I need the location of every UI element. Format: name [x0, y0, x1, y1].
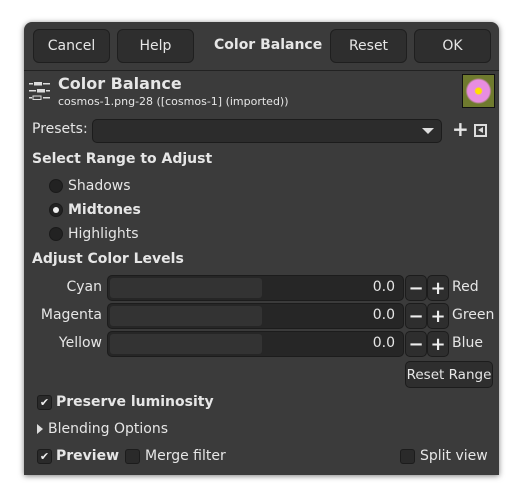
reset-button[interactable]: Reset [330, 29, 407, 63]
levels-heading: Adjust Color Levels [32, 251, 184, 267]
cyan-red-value[interactable]: 0.0 [373, 279, 395, 295]
decrease-button[interactable]: − [405, 331, 427, 357]
radio-highlights-label: Highlights [68, 226, 139, 242]
preserve-luminosity-label: Preserve luminosity [56, 394, 214, 410]
color-balance-icon [29, 82, 50, 100]
header-separator [24, 70, 499, 71]
tool-subtitle: cosmos-1.png-28 ([cosmos-1] (imported)) [58, 95, 289, 108]
increase-button[interactable]: + [427, 331, 449, 357]
magenta-green-slider[interactable]: 0.0 [107, 303, 404, 329]
radio-midtones[interactable] [49, 203, 63, 217]
decrease-button[interactable]: − [405, 275, 427, 301]
cancel-button[interactable]: Cancel [33, 29, 110, 63]
split-view-checkbox[interactable] [400, 449, 415, 464]
cyan-label: Cyan [66, 279, 102, 295]
radio-midtones-label: Midtones [68, 202, 141, 218]
preview-checkbox[interactable]: ✔ [37, 449, 52, 464]
magenta-green-value[interactable]: 0.0 [373, 307, 395, 323]
merge-filter-label: Merge filter [145, 448, 226, 464]
help-button[interactable]: Help [117, 29, 194, 63]
increase-button[interactable]: + [427, 275, 449, 301]
presets-combo[interactable] [92, 119, 442, 143]
yellow-label: Yellow [58, 335, 102, 351]
decrease-button[interactable]: − [405, 303, 427, 329]
color-balance-dialog: Cancel Help Color Balance Reset OK Color… [24, 22, 499, 475]
radio-shadows-label: Shadows [68, 178, 131, 194]
red-label: Red [452, 279, 479, 295]
ok-button[interactable]: OK [414, 29, 491, 63]
cyan-red-slider[interactable]: 0.0 [107, 275, 404, 301]
yellow-blue-slider[interactable]: 0.0 [107, 331, 404, 357]
radio-highlights[interactable] [49, 227, 63, 241]
dialog-title: Color Balance [214, 37, 323, 53]
magenta-label: Magenta [40, 307, 102, 323]
blue-label: Blue [452, 335, 483, 351]
radio-shadows[interactable] [49, 179, 63, 193]
preview-label: Preview [56, 448, 120, 464]
preset-menu-icon[interactable] [474, 124, 487, 137]
range-heading: Select Range to Adjust [32, 151, 213, 167]
preserve-luminosity-checkbox[interactable]: ✔ [37, 395, 52, 410]
green-label: Green [452, 307, 495, 323]
tool-title: Color Balance [58, 74, 182, 93]
chevron-down-icon [422, 128, 434, 134]
cosmos-flower-thumbnail [462, 74, 495, 108]
blending-options-label: Blending Options [48, 421, 168, 437]
split-view-label: Split view [420, 448, 488, 464]
add-preset-icon[interactable]: + [452, 117, 469, 141]
expander-arrow-icon [37, 424, 43, 434]
merge-filter-checkbox[interactable] [125, 449, 140, 464]
presets-label: Presets: [32, 121, 88, 137]
reset-range-button[interactable]: Reset Range [405, 361, 493, 388]
increase-button[interactable]: + [427, 303, 449, 329]
yellow-blue-value[interactable]: 0.0 [373, 335, 395, 351]
